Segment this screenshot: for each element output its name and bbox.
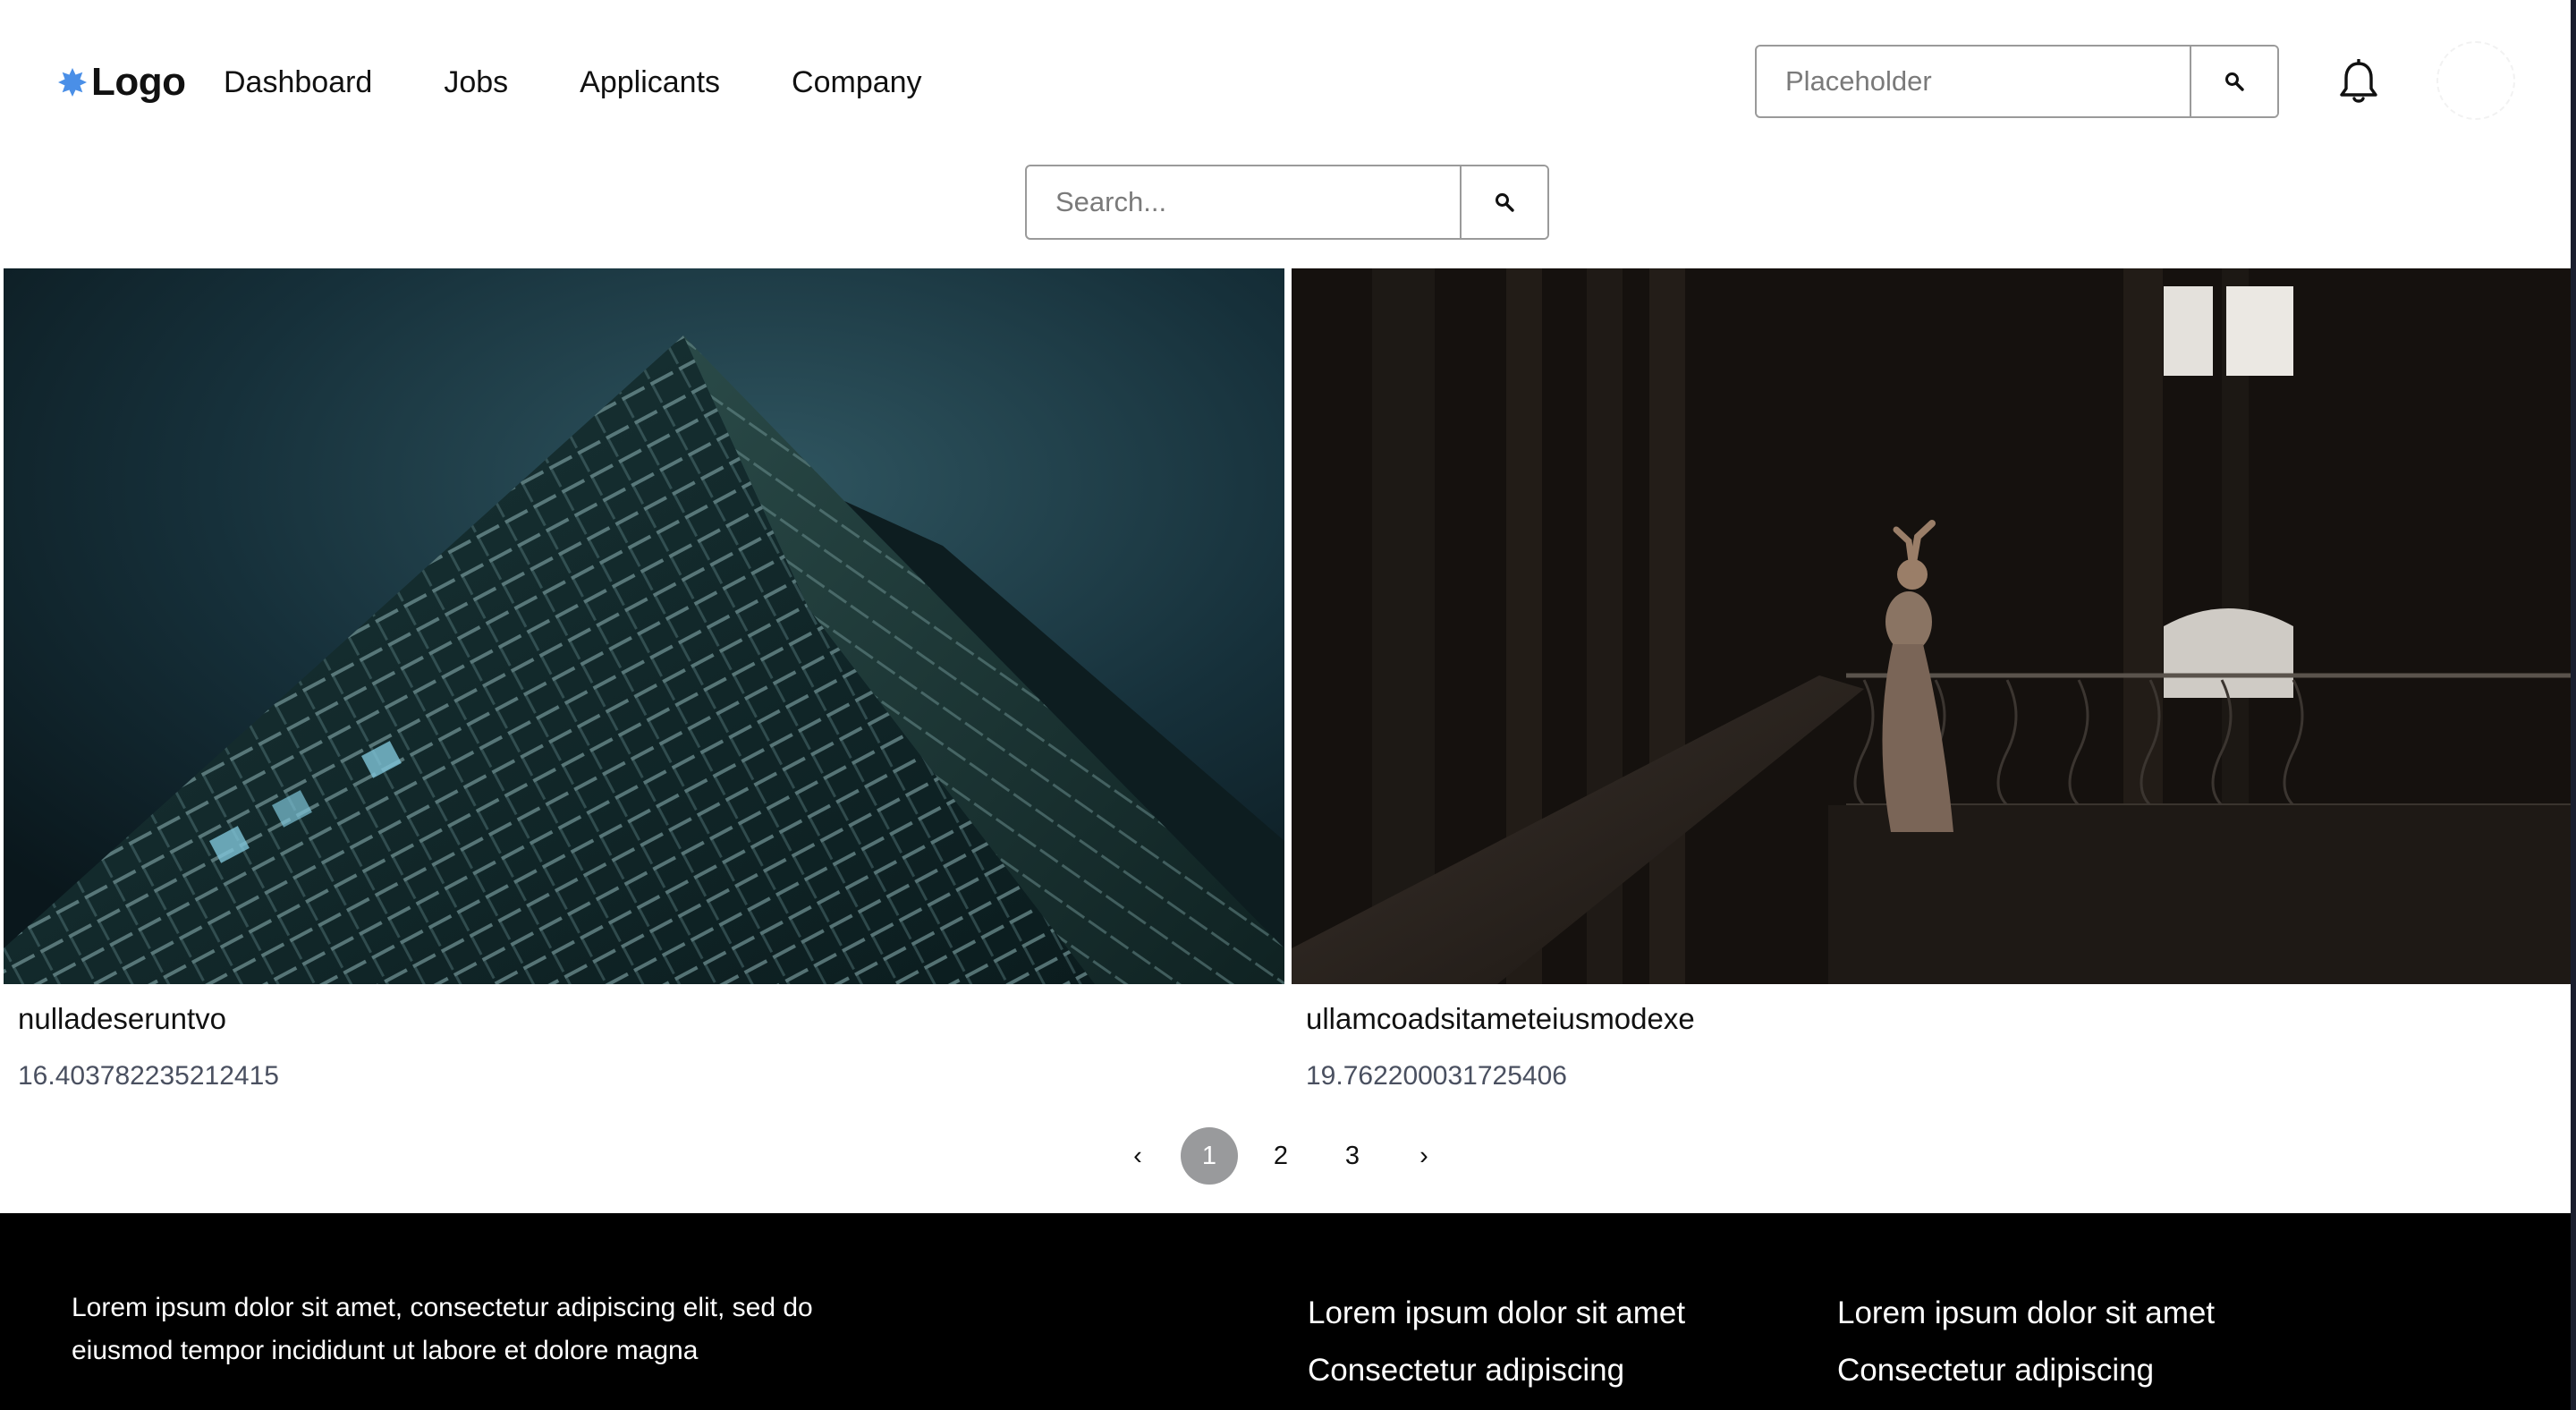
footer-column: Lorem ipsum dolor sit amet Consectetur a…: [1837, 1285, 2215, 1399]
avatar[interactable]: [2436, 41, 2515, 120]
content-search: [1025, 165, 1549, 240]
card-value: 16.403782235212415: [18, 1061, 279, 1091]
search-icon: [1496, 193, 1514, 212]
page-button-3[interactable]: 3: [1324, 1127, 1381, 1185]
header-search: [1755, 45, 2279, 118]
night-skyscraper-photo: [4, 268, 1284, 984]
bell-icon[interactable]: [2338, 59, 2379, 106]
content-search-button[interactable]: [1460, 166, 1547, 238]
page-button-1[interactable]: 1: [1181, 1127, 1238, 1185]
result-card[interactable]: ullamcoadsitameteiusmodexe 19.7622000317…: [1292, 268, 2572, 1091]
card-value: 19.762200031725406: [1306, 1061, 1567, 1091]
header-search-button[interactable]: [2190, 47, 2277, 116]
star-logo-icon: [58, 68, 87, 97]
nav-link-jobs[interactable]: Jobs: [444, 65, 508, 100]
page-button-2[interactable]: 2: [1252, 1127, 1309, 1185]
top-navbar: Logo Dashboard Jobs Applicants Company: [0, 0, 2571, 161]
nav-link-dashboard[interactable]: Dashboard: [224, 65, 372, 100]
footer-link[interactable]: Lorem ipsum dolor sit amet: [1308, 1285, 1685, 1342]
page: Logo Dashboard Jobs Applicants Company P…: [0, 0, 2576, 1410]
logo-text: Logo: [91, 60, 186, 104]
logo[interactable]: Logo: [57, 57, 186, 107]
next-page-button[interactable]: ›: [1395, 1127, 1453, 1185]
footer-link[interactable]: Consectetur adipiscing: [1308, 1342, 1685, 1399]
footer-column: Lorem ipsum dolor sit amet Consectetur a…: [1308, 1285, 1685, 1399]
dancer-on-balcony-photo: [1292, 268, 2572, 984]
card-title[interactable]: ullamcoadsitameteiusmodexe: [1306, 1002, 1695, 1036]
nav-link-applicants[interactable]: Applicants: [580, 65, 720, 100]
nav-link-company[interactable]: Company: [792, 65, 922, 100]
footer-about-text: Lorem ipsum dolor sit amet, consectetur …: [72, 1293, 813, 1365]
window-edge: [2571, 0, 2576, 1410]
footer-link[interactable]: Consectetur adipiscing: [1837, 1342, 2215, 1399]
footer: Lorem ipsum dolor sit amet, consectetur …: [0, 1213, 2571, 1410]
footer-link[interactable]: Lorem ipsum dolor sit amet: [1837, 1285, 2215, 1342]
pagination: ‹ 1 2 3 ›: [1109, 1127, 1467, 1185]
header-search-input[interactable]: [1757, 47, 2190, 116]
main-nav: Dashboard Jobs Applicants Company: [224, 57, 994, 107]
prev-page-button[interactable]: ‹: [1109, 1127, 1166, 1185]
content-search-input[interactable]: [1027, 166, 1460, 238]
result-card[interactable]: nulladeseruntvo 16.403782235212415: [4, 268, 1284, 1091]
card-title[interactable]: nulladeseruntvo: [18, 1002, 226, 1036]
search-icon: [2225, 72, 2244, 91]
